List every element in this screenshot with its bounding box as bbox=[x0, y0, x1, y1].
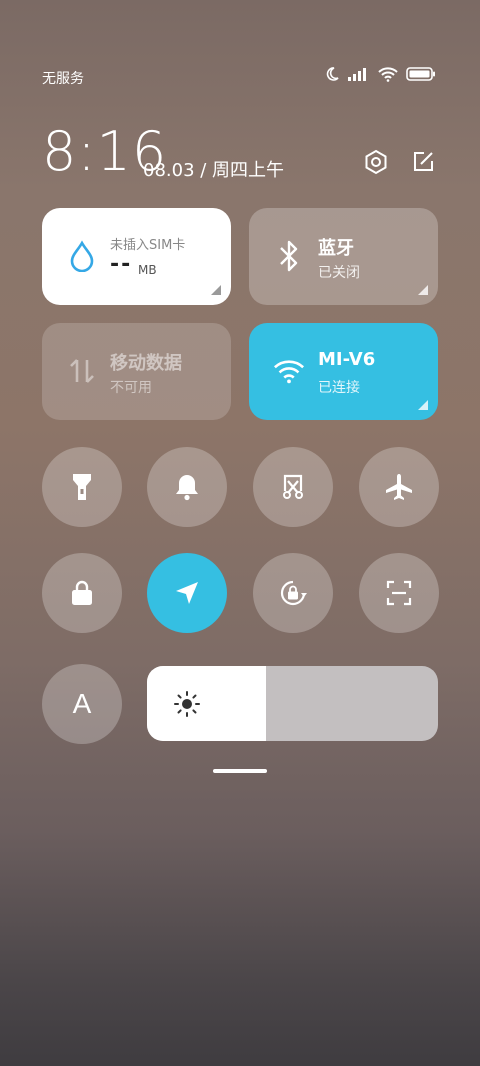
carrier-label: 无服务 bbox=[42, 71, 84, 87]
flashlight-icon bbox=[73, 474, 91, 500]
sim-title: 未插入SIM卡 bbox=[110, 238, 186, 253]
auto-brightness-icon: A bbox=[72, 688, 92, 719]
rotation-lock-toggle[interactable] bbox=[253, 553, 333, 633]
battery-icon bbox=[406, 67, 435, 81]
notification-toggle[interactable] bbox=[147, 447, 227, 527]
bell-icon bbox=[176, 475, 198, 501]
status-icons bbox=[324, 66, 436, 82]
sim-data-value: -- bbox=[110, 252, 133, 277]
bluetooth-tile[interactable]: 蓝牙 已关闭 bbox=[249, 208, 438, 305]
edit-button[interactable] bbox=[409, 148, 437, 176]
bluetooth-title: 蓝牙 bbox=[318, 238, 354, 259]
date-label: 08.03 / 周四上午 bbox=[143, 160, 285, 181]
wifi-tile[interactable]: MI-V6 已连接 bbox=[249, 323, 438, 420]
scan-icon bbox=[386, 580, 412, 606]
airplane-mode-toggle[interactable] bbox=[359, 447, 439, 527]
signal-icon bbox=[348, 68, 366, 81]
mobile-data-tile[interactable]: 移动数据 不可用 bbox=[42, 323, 231, 420]
scissors-icon bbox=[283, 474, 303, 499]
scanner-toggle[interactable] bbox=[359, 553, 439, 633]
data-arrows-icon bbox=[66, 355, 98, 387]
location-toggle[interactable] bbox=[147, 553, 227, 633]
auto-brightness-toggle[interactable]: A bbox=[42, 664, 122, 744]
edit-icon bbox=[414, 152, 433, 171]
water-drop-icon bbox=[66, 240, 98, 272]
settings-button[interactable] bbox=[362, 148, 390, 176]
sun-icon bbox=[174, 691, 200, 717]
wifi-network-name: MI-V6 bbox=[318, 349, 376, 370]
lock-icon bbox=[72, 580, 92, 605]
status-bar: 无服务 bbox=[0, 60, 480, 92]
airplane-icon bbox=[386, 474, 412, 500]
screenshot-toggle[interactable] bbox=[253, 447, 333, 527]
expand-corner-icon bbox=[418, 400, 428, 410]
sim-data-unit: MB bbox=[138, 263, 157, 277]
expand-corner-icon bbox=[211, 285, 221, 295]
wifi-status: 已连接 bbox=[318, 380, 360, 396]
mobile-data-status: 不可用 bbox=[110, 380, 152, 396]
bluetooth-status: 已关闭 bbox=[318, 265, 360, 281]
mobile-data-title: 移动数据 bbox=[110, 353, 182, 374]
lock-screen-toggle[interactable] bbox=[42, 553, 122, 633]
wifi-icon bbox=[378, 67, 398, 82]
rotation-lock-icon bbox=[280, 580, 307, 606]
settings-icon bbox=[365, 149, 387, 175]
brightness-slider[interactable] bbox=[147, 666, 438, 741]
panel-handle[interactable] bbox=[213, 769, 267, 773]
sim-data-tile[interactable]: 未插入SIM卡 -- MB bbox=[42, 208, 231, 305]
flashlight-toggle[interactable] bbox=[42, 447, 122, 527]
expand-corner-icon bbox=[418, 285, 428, 295]
location-arrow-icon bbox=[176, 582, 198, 604]
bluetooth-icon bbox=[273, 240, 305, 272]
brightness-fill bbox=[147, 666, 267, 741]
moon-icon bbox=[326, 67, 339, 81]
wifi-icon bbox=[273, 355, 305, 387]
